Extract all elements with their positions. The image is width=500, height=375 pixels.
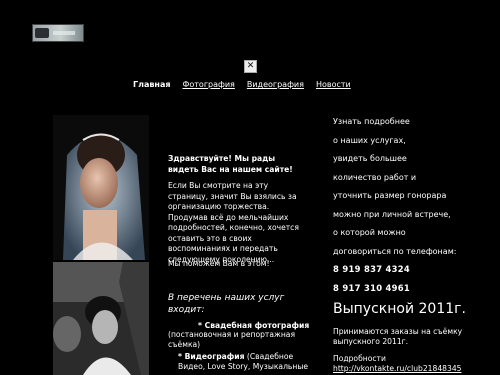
site-logo[interactable] (32, 24, 84, 42)
graduation-heading: Выпускной 2011г. (333, 301, 466, 317)
service-videography-title: * Видеография (178, 352, 245, 361)
phone-number: 8 917 310 4961 (333, 282, 411, 293)
contact-line: договориться по телефонам: (333, 246, 457, 256)
contact-line: увидеть большее (333, 154, 407, 163)
service-wedding-photo-title: * Свадебная фотография (198, 321, 310, 330)
logo-mark (35, 28, 49, 38)
nav-item-news[interactable]: Новости (316, 80, 351, 89)
bride-photo (53, 115, 149, 260)
graduation-desc: Принимаются заказы на съёмку выпускного … (333, 327, 463, 346)
contact-line: о наших услугах, (333, 135, 406, 145)
contact-info: Узнать подробнее о наших услугах, увидет… (333, 116, 493, 301)
contact-line: Узнать подробнее (333, 117, 410, 126)
phone-number: 8 919 837 4324 (333, 264, 411, 274)
contact-line: уточнить размер гонорара (333, 191, 447, 200)
graduation-club-link[interactable]: http://vkontakte.ru/club21848345 (333, 364, 462, 373)
welcome-heading: Здравствуйте! Мы рады видеть Вас на наше… (168, 154, 293, 174)
nav-item-photography[interactable]: Фотография (182, 80, 234, 89)
close-button[interactable]: ✕ (244, 60, 257, 73)
help-text: Мы поможем Вам в этом! (168, 259, 270, 268)
logo-strip (53, 31, 75, 35)
main-nav: Главная Фотография Видеография Новости (133, 80, 351, 89)
bride-groom-photo (53, 262, 149, 375)
contact-line: о которой можно (333, 228, 406, 237)
services-heading: В перечень наших услуг входит: (168, 293, 285, 315)
nav-item-home[interactable]: Главная (133, 80, 170, 89)
graduation-details-label: Подробности (333, 354, 386, 363)
contact-line: количество работ и (333, 172, 417, 182)
service-wedding-photo-desc: (постановочная и репортажная съёмка) (168, 330, 296, 349)
contact-line: можно при личной встрече, (333, 209, 451, 219)
nav-item-videography[interactable]: Видеография (247, 80, 304, 89)
service-videography: * Видеография (Свадебное Видео, Love Sto… (178, 352, 318, 372)
close-icon: ✕ (246, 61, 255, 71)
intro-text: Если Вы смотрите на эту страницу, значит… (168, 181, 299, 264)
